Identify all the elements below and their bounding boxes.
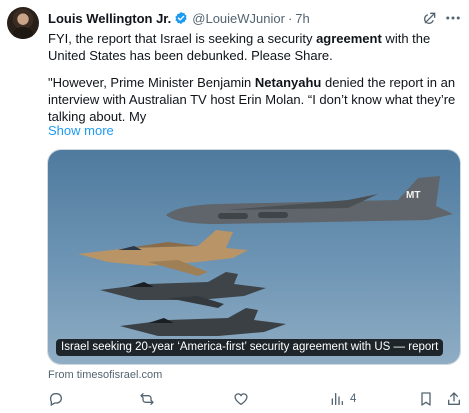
reply-button[interactable] bbox=[48, 391, 69, 407]
like-icon bbox=[234, 393, 248, 405]
tweet-paragraph-2: "However, Prime Minister Benjamin Netany… bbox=[48, 75, 456, 124]
card-image: MT bbox=[48, 150, 460, 364]
share-icon bbox=[448, 392, 460, 405]
views-icon bbox=[331, 393, 343, 405]
card-caption: Israel seeking 20-year ‘America-first’ s… bbox=[56, 339, 444, 356]
reply-icon bbox=[49, 393, 62, 407]
card-source[interactable]: From timesofisrael.com bbox=[48, 369, 162, 381]
tail-code: MT bbox=[406, 190, 420, 201]
tweet-header: Louis Wellington Jr. @LouieWJunior · 7h bbox=[48, 9, 310, 27]
retweet-button[interactable] bbox=[139, 391, 160, 407]
link-card[interactable]: MT Israel seeking 20-year ‘America-first bbox=[47, 149, 461, 365]
verified-badge-icon bbox=[175, 11, 187, 25]
bookmark-button[interactable] bbox=[418, 391, 434, 407]
tweet-paragraph-1: FYI, the report that Israel is seeking a… bbox=[48, 31, 431, 63]
action-bar: 4 bbox=[48, 389, 462, 409]
like-button[interactable] bbox=[233, 391, 254, 407]
share-button[interactable] bbox=[446, 391, 462, 407]
avatar[interactable] bbox=[7, 7, 39, 39]
separator-dot: · bbox=[287, 10, 293, 26]
more-icon[interactable] bbox=[444, 10, 462, 26]
author-name[interactable]: Louis Wellington Jr. bbox=[48, 11, 171, 26]
views-count: 4 bbox=[350, 393, 357, 405]
timestamp[interactable]: 7h bbox=[295, 11, 309, 26]
show-more-link[interactable]: Show more bbox=[48, 123, 114, 138]
tweet[interactable]: Louis Wellington Jr. @LouieWJunior · 7h … bbox=[0, 0, 469, 413]
bookmark-icon bbox=[421, 392, 431, 406]
highlight-agreement: agreement bbox=[316, 31, 382, 46]
author-handle[interactable]: @LouieWJunior bbox=[192, 11, 285, 26]
views-button[interactable]: 4 bbox=[329, 391, 356, 407]
retweet-icon bbox=[140, 393, 154, 405]
highlight-netanyahu: Netanyahu bbox=[254, 75, 322, 90]
grok-icon[interactable] bbox=[422, 10, 438, 26]
